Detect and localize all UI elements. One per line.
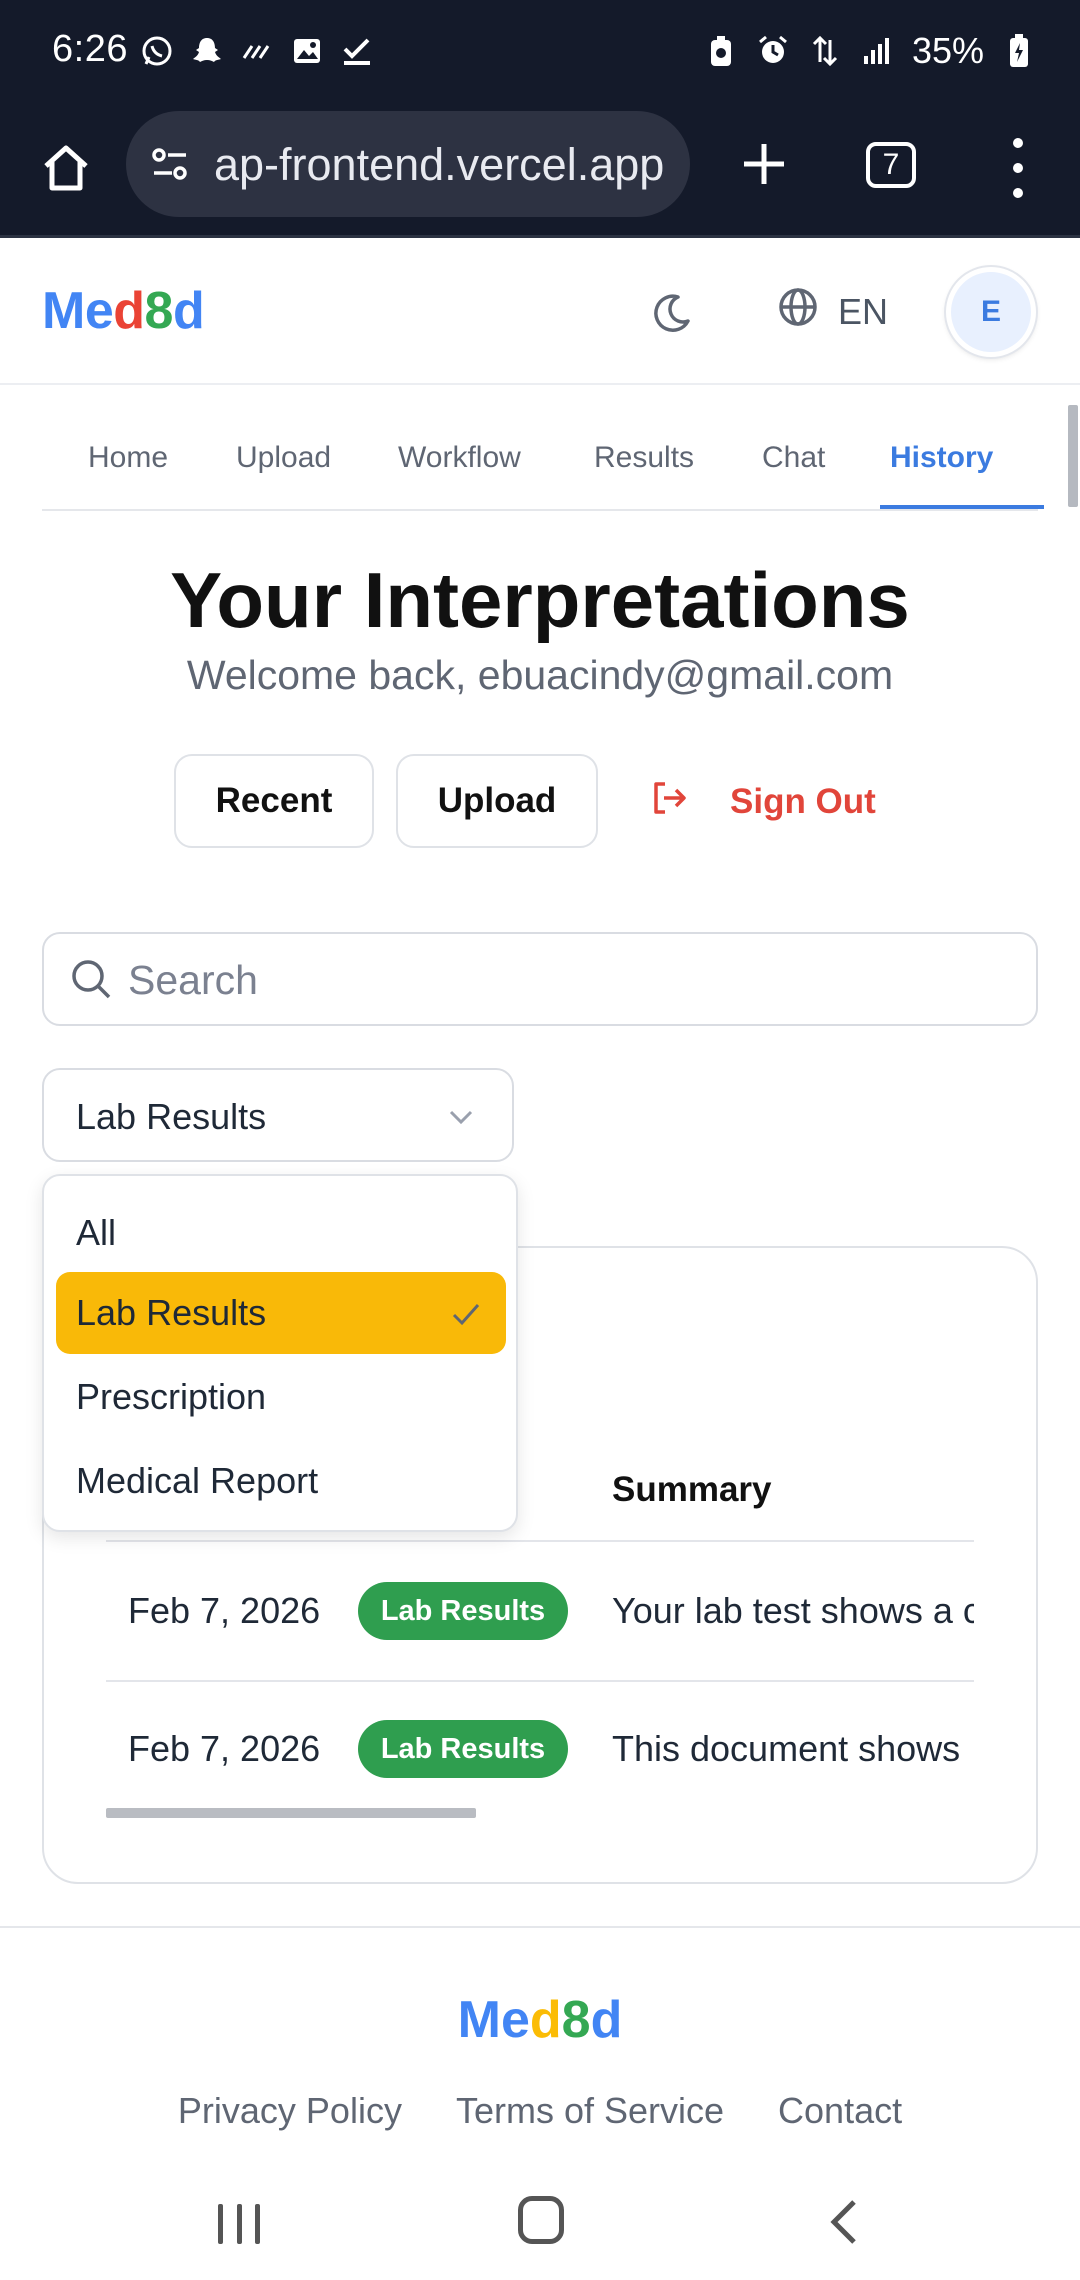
- page-title: Your Interpretations: [170, 556, 910, 644]
- tab-home[interactable]: Home: [88, 441, 168, 475]
- nav-scrollbar[interactable]: [1068, 405, 1078, 507]
- tab-workflow[interactable]: Workflow: [398, 441, 521, 475]
- home-icon[interactable]: [34, 136, 98, 200]
- url-text: ap-frontend.vercel.app: [214, 139, 665, 190]
- app-header: Med8d EN E: [0, 241, 1080, 385]
- tab-chat[interactable]: Chat: [762, 441, 825, 475]
- sign-out-icon: [650, 778, 690, 827]
- row-summary: Your lab test shows a c: [612, 1590, 974, 1631]
- battery-saver-icon: [704, 34, 738, 68]
- address-bar[interactable]: ap-frontend.vercel.app: [126, 111, 690, 217]
- check-icon: [448, 1296, 484, 1332]
- system-nav-bar: [0, 2168, 1080, 2280]
- welcome-text: Welcome back, ebuacindy@gmail.com: [186, 652, 894, 698]
- signal-wave-icon: [240, 34, 274, 68]
- battery-charging-icon: [1002, 34, 1036, 68]
- nav-tabs: Home Upload Workflow Results Chat Histor…: [42, 405, 1078, 511]
- snapchat-icon: [190, 34, 224, 68]
- dark-mode-toggle-icon[interactable]: [648, 289, 696, 337]
- alarm-icon: [756, 34, 790, 68]
- table-divider: [106, 1540, 974, 1542]
- browser-toolbar: ap-frontend.vercel.app 7: [0, 108, 1080, 238]
- sign-out-button[interactable]: Sign Out: [650, 770, 876, 834]
- tab-switcher-button[interactable]: 7: [866, 142, 916, 188]
- footer-divider: [0, 1926, 1080, 1928]
- row-date: Feb 7, 2026: [128, 1590, 321, 1631]
- site-settings-icon[interactable]: [148, 143, 192, 187]
- footer-logo[interactable]: Med8d: [0, 1990, 1080, 2050]
- type-filter-value: Lab Results: [76, 1096, 267, 1137]
- search-icon: [68, 956, 116, 1004]
- home-button-icon[interactable]: [518, 2196, 564, 2244]
- whatsapp-icon: [140, 34, 174, 68]
- more-menu-icon[interactable]: [1006, 138, 1030, 198]
- battery-percent: 35%: [911, 30, 984, 71]
- language-selector[interactable]: EN: [776, 285, 888, 338]
- filter-option-prescription[interactable]: Prescription: [56, 1356, 506, 1438]
- status-time: 6:26: [52, 28, 128, 70]
- sign-out-label: Sign Out: [730, 782, 876, 821]
- filter-option-all[interactable]: All: [56, 1192, 506, 1274]
- logo[interactable]: Med8d: [42, 281, 205, 341]
- chevron-down-icon: [444, 1100, 478, 1134]
- search-box: [42, 932, 1038, 1026]
- footer-links: Privacy Policy Terms of Service Contact: [0, 2090, 1080, 2132]
- table-scrollbar[interactable]: [106, 1808, 476, 1818]
- filter-option-lab-results[interactable]: Lab Results: [56, 1272, 506, 1354]
- avatar[interactable]: E: [946, 267, 1036, 357]
- row-summary: This document shows: [612, 1728, 961, 1769]
- new-tab-icon[interactable]: [734, 134, 794, 194]
- option-label: Lab Results: [76, 1292, 267, 1333]
- recent-button[interactable]: Recent: [174, 754, 374, 848]
- contact-link[interactable]: Contact: [778, 2090, 902, 2132]
- tab-upload[interactable]: Upload: [236, 441, 331, 475]
- type-filter-select[interactable]: Lab Results: [42, 1068, 514, 1162]
- cellular-signal-icon: [860, 34, 894, 68]
- column-header-summary: Summary: [612, 1470, 772, 1509]
- row-date: Feb 7, 2026: [128, 1728, 321, 1769]
- active-tab-indicator: [880, 505, 1044, 509]
- table-divider: [106, 1680, 974, 1682]
- data-transfer-icon: [808, 34, 842, 68]
- tab-history[interactable]: History: [890, 441, 993, 475]
- upload-button[interactable]: Upload: [396, 754, 598, 848]
- type-badge: Lab Results: [358, 1720, 568, 1778]
- type-filter-dropdown: All Lab Results Prescription Medical Rep…: [42, 1174, 518, 1532]
- type-badge: Lab Results: [358, 1582, 568, 1640]
- search-input[interactable]: [128, 944, 1008, 1016]
- privacy-policy-link[interactable]: Privacy Policy: [178, 2090, 402, 2132]
- globe-icon: [776, 285, 820, 338]
- status-bar: 6:26 35%: [0, 0, 1080, 108]
- gallery-icon: [290, 34, 324, 68]
- language-label: EN: [838, 290, 889, 332]
- recent-apps-icon[interactable]: [218, 2204, 260, 2244]
- terms-of-service-link[interactable]: Terms of Service: [456, 2090, 724, 2132]
- filter-option-medical-report[interactable]: Medical Report: [56, 1440, 506, 1522]
- checkmark-icon: [340, 34, 374, 68]
- back-icon[interactable]: [826, 2196, 862, 2248]
- tab-results[interactable]: Results: [594, 441, 694, 475]
